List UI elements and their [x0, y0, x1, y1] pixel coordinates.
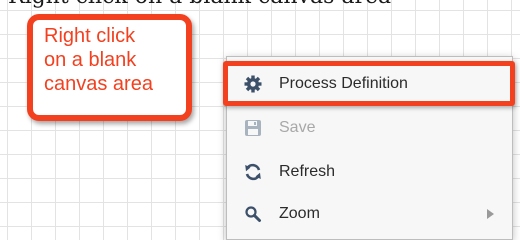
- chevron-right-icon: [487, 209, 494, 219]
- callout-line-3: canvas area: [44, 73, 153, 95]
- menu-item-zoom[interactable]: Zoom: [227, 194, 512, 234]
- partial-heading-text: Right click on a blank canvas area: [0, 0, 520, 8]
- menu-item-label: Refresh: [279, 163, 336, 180]
- menu-item-label: Process Definition: [279, 75, 408, 92]
- annotation-callout: Right click on a blank canvas area: [27, 14, 192, 121]
- gear-icon: [227, 74, 279, 94]
- menu-item-process-definition[interactable]: Process Definition: [227, 64, 512, 104]
- refresh-icon: [227, 162, 279, 182]
- search-icon: [227, 205, 279, 223]
- menu-item-save[interactable]: Save: [227, 108, 512, 148]
- callout-line-1: Right click: [44, 25, 136, 47]
- menu-item-refresh[interactable]: Refresh: [227, 152, 512, 192]
- save-icon: [227, 119, 279, 137]
- callout-line-2: on a blank: [44, 49, 137, 71]
- menu-item-label: Zoom: [279, 205, 320, 222]
- menu-item-label: Save: [279, 119, 316, 136]
- canvas-context-menu: Process Definition Save Refresh Zoom: [226, 56, 513, 240]
